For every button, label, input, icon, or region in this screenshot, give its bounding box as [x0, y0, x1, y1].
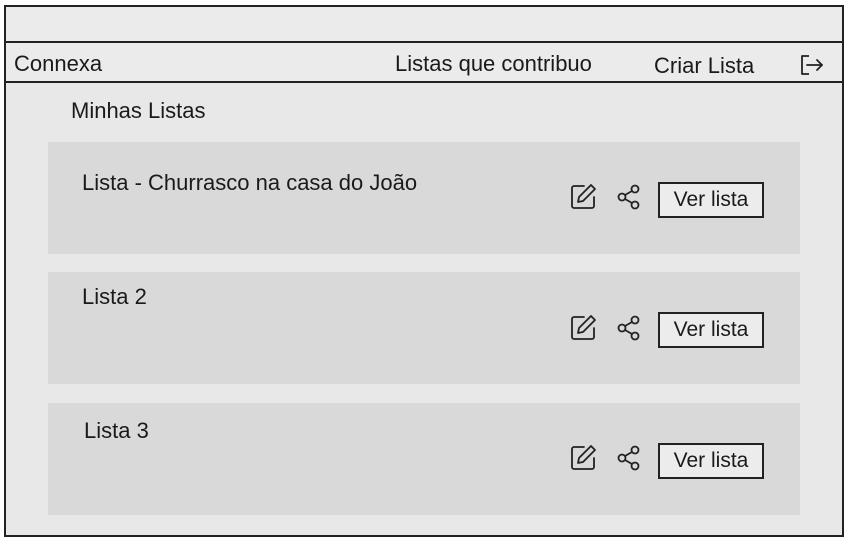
edit-icon[interactable] — [568, 443, 598, 473]
list-card: Lista 3 Ver lista — [48, 403, 800, 515]
share-icon[interactable] — [614, 443, 644, 473]
ver-lista-button[interactable]: Ver lista — [658, 312, 764, 348]
app-window: Connexa Listas que contribuo Criar Lista… — [4, 5, 844, 537]
ver-lista-button[interactable]: Ver lista — [658, 182, 764, 218]
logout-icon[interactable] — [798, 53, 826, 77]
list-title: Lista - Churrasco na casa do João — [82, 170, 418, 195]
share-icon[interactable] — [614, 182, 644, 212]
list-card: Lista - Churrasco na casa do João Ver li… — [48, 142, 800, 254]
edit-icon[interactable] — [568, 182, 598, 212]
share-icon[interactable] — [614, 313, 644, 343]
nav-criar-lista[interactable]: Criar Lista — [654, 53, 754, 79]
ver-lista-button[interactable]: Ver lista — [658, 443, 764, 479]
list-title: Lista 3 — [84, 418, 149, 443]
list-card: Lista 2 Ver lista — [48, 272, 800, 384]
brand-logo[interactable]: Connexa — [14, 51, 102, 77]
page-title: Minhas Listas — [71, 98, 206, 123]
edit-icon[interactable] — [568, 313, 598, 343]
nav-listas-que-contribuo[interactable]: Listas que contribuo — [395, 51, 592, 77]
top-navbar: Connexa Listas que contribuo Criar Lista — [6, 43, 842, 83]
window-titlebar — [6, 7, 842, 43]
list-title: Lista 2 — [82, 284, 147, 309]
